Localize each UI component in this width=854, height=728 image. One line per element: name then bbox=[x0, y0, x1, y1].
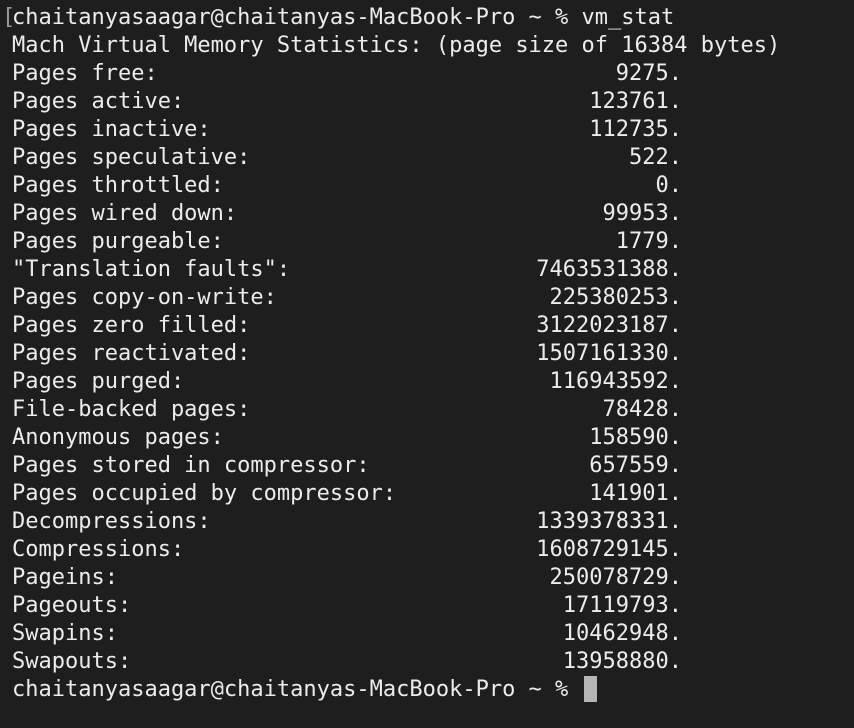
stat-label: Pages zero filled: bbox=[12, 313, 251, 338]
stat-row: Pages zero filled: 3122023187. bbox=[12, 312, 854, 340]
text-cursor bbox=[583, 676, 597, 702]
stat-label: Pages purged: bbox=[12, 369, 185, 394]
stat-label: Pages reactivated: bbox=[12, 341, 251, 366]
stat-value: 1507161330. bbox=[536, 341, 682, 366]
stat-row: Swapins: 10462948. bbox=[12, 620, 854, 648]
stat-value: 141901. bbox=[589, 481, 682, 506]
stat-row: Compressions: 1608729145. bbox=[12, 536, 854, 564]
terminal-window[interactable]: [ chaitanyasaagar@chaitanyas-MacBook-Pro… bbox=[0, 0, 854, 728]
stat-row: Pages free: 9275. bbox=[12, 60, 854, 88]
stat-value: 116943592. bbox=[549, 369, 682, 394]
stat-value: 13958880. bbox=[562, 649, 682, 674]
vmstat-output: Pages free: 9275. Pages active: 123761. Pa… bbox=[12, 60, 854, 676]
stat-label: Pages wired down: bbox=[12, 201, 238, 226]
stat-value: 522. bbox=[629, 145, 682, 170]
stat-label: Compressions: bbox=[12, 537, 185, 562]
stat-label: Pages inactive: bbox=[12, 117, 211, 142]
stat-row: Pageouts: 17119793. bbox=[12, 592, 854, 620]
stat-value: 1779. bbox=[615, 229, 682, 254]
stat-row: Pages reactivated: 1507161330. bbox=[12, 340, 854, 368]
stat-row: Pages wired down: 99953. bbox=[12, 200, 854, 228]
stat-row: Pages speculative: 522. bbox=[12, 144, 854, 172]
stat-label: Pageins: bbox=[12, 565, 118, 590]
stat-row: Pages throttled: 0. bbox=[12, 172, 854, 200]
stat-value: 1339378331. bbox=[536, 509, 682, 534]
stat-value: 123761. bbox=[589, 89, 682, 114]
stat-value: 1608729145. bbox=[536, 537, 682, 562]
stat-label: Pages copy-on-write: bbox=[12, 285, 277, 310]
stat-row: "Translation faults": 7463531388. bbox=[12, 256, 854, 284]
stat-row: Swapouts: 13958880. bbox=[12, 648, 854, 676]
stat-value: 112735. bbox=[589, 117, 682, 142]
stat-value: 9275. bbox=[615, 61, 682, 86]
stat-row: Anonymous pages: 158590. bbox=[12, 424, 854, 452]
stat-label: Anonymous pages: bbox=[12, 425, 224, 450]
stat-label: Swapins: bbox=[12, 621, 118, 646]
prompt-text: chaitanyasaagar@chaitanyas-MacBook-Pro ~… bbox=[12, 677, 582, 702]
stat-value: 99953. bbox=[602, 201, 682, 226]
stat-label: Pageouts: bbox=[12, 593, 132, 618]
stat-row: Pages active: 123761. bbox=[12, 88, 854, 116]
stat-value: 78428. bbox=[602, 397, 682, 422]
stat-label: Pages purgeable: bbox=[12, 229, 224, 254]
stat-label: File-backed pages: bbox=[12, 397, 251, 422]
stat-row: Pages occupied by compressor: 141901. bbox=[12, 480, 854, 508]
stat-value: 17119793. bbox=[562, 593, 682, 618]
command-prompt-line: chaitanyasaagar@chaitanyas-MacBook-Pro ~… bbox=[12, 5, 675, 30]
vmstat-header: Mach Virtual Memory Statistics: (page si… bbox=[12, 33, 781, 58]
stat-row: Pages stored in compressor: 657559. bbox=[12, 452, 854, 480]
stat-label: Pages throttled: bbox=[12, 173, 224, 198]
stat-label: Pages speculative: bbox=[12, 145, 251, 170]
mark-bracket: [ bbox=[2, 5, 16, 30]
stat-value: 3122023187. bbox=[536, 313, 682, 338]
final-prompt-line[interactable]: chaitanyasaagar@chaitanyas-MacBook-Pro ~… bbox=[12, 676, 854, 704]
stat-row: Pages copy-on-write: 225380253. bbox=[12, 284, 854, 312]
stat-row: Decompressions: 1339378331. bbox=[12, 508, 854, 536]
stat-label: Pages free: bbox=[12, 61, 158, 86]
stat-value: 657559. bbox=[589, 453, 682, 478]
stat-label: Pages stored in compressor: bbox=[12, 453, 370, 478]
stat-row: File-backed pages: 78428. bbox=[12, 396, 854, 424]
stat-label: Decompressions: bbox=[12, 509, 211, 534]
stat-label: "Translation faults": bbox=[12, 257, 291, 282]
stat-value: 225380253. bbox=[549, 285, 682, 310]
stat-value: 0. bbox=[655, 173, 683, 198]
stat-value: 158590. bbox=[589, 425, 682, 450]
stat-row: Pages purgeable: 1779. bbox=[12, 228, 854, 256]
stat-label: Swapouts: bbox=[12, 649, 132, 674]
stat-row: Pages inactive: 112735. bbox=[12, 116, 854, 144]
stat-value: 250078729. bbox=[549, 565, 682, 590]
stat-label: Pages occupied by compressor: bbox=[12, 481, 397, 506]
stat-value: 7463531388. bbox=[536, 257, 682, 282]
stat-row: Pages purged: 116943592. bbox=[12, 368, 854, 396]
stat-label: Pages active: bbox=[12, 89, 185, 114]
stat-row: Pageins: 250078729. bbox=[12, 564, 854, 592]
stat-value: 10462948. bbox=[562, 621, 682, 646]
